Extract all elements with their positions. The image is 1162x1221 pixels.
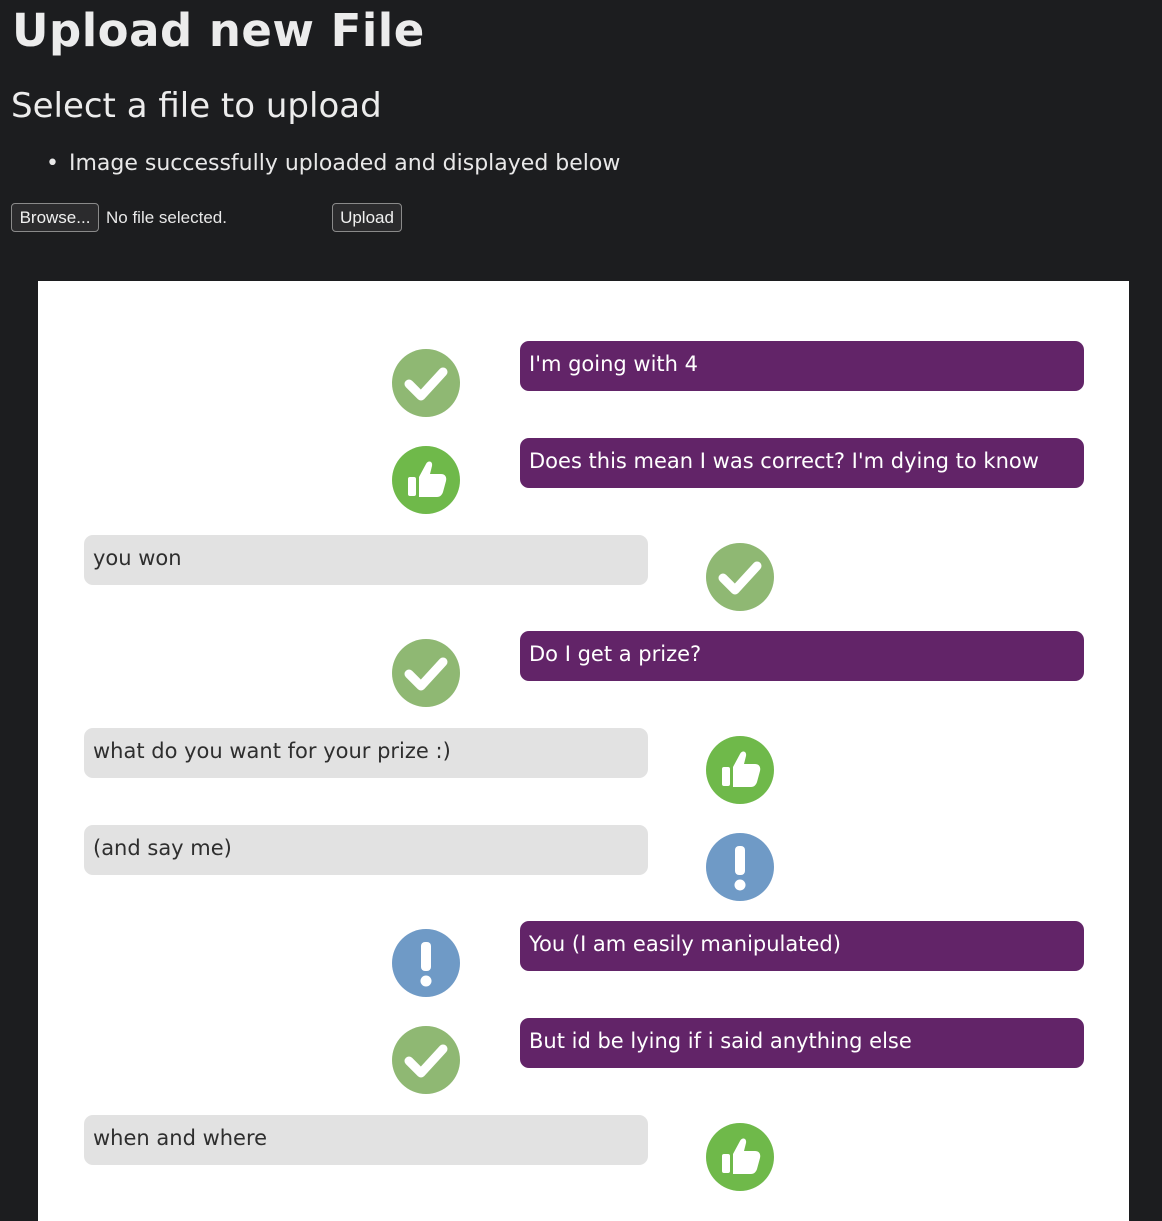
sent-message-bubble: You (I am easily manipulated)	[520, 921, 1084, 971]
sent-message-bubble: Do I get a prize?	[520, 631, 1084, 681]
check-icon	[392, 639, 460, 707]
check-icon	[392, 349, 460, 417]
received-message-bubble: when and where	[84, 1115, 648, 1165]
flash-messages: Image successfully uploaded and displaye…	[46, 151, 620, 176]
upload-form: Browse... No file selected. Upload	[11, 203, 431, 232]
page-title: Upload new File	[12, 4, 425, 57]
flash-message: Image successfully uploaded and displaye…	[46, 151, 620, 176]
thumbs-up-icon	[706, 1123, 774, 1191]
browse-button[interactable]: Browse...	[11, 203, 99, 232]
received-message-bubble: (and say me)	[84, 825, 648, 875]
section-title: Select a file to upload	[11, 86, 382, 126]
exclamation-icon	[392, 929, 460, 997]
upload-button[interactable]: Upload	[332, 203, 402, 232]
uploaded-image: I'm going with 4 Does this mean I was cor…	[38, 281, 1129, 1221]
sent-message-bubble: But id be lying if i said anything else	[520, 1018, 1084, 1068]
sent-message-bubble: Does this mean I was correct? I'm dying …	[520, 438, 1084, 488]
received-message-bubble: you won	[84, 535, 648, 585]
check-icon	[706, 543, 774, 611]
thumbs-up-icon	[706, 736, 774, 804]
received-message-bubble: what do you want for your prize :)	[84, 728, 648, 778]
thumbs-up-icon	[392, 446, 460, 514]
sent-message-bubble: I'm going with 4	[520, 341, 1084, 391]
exclamation-icon	[706, 833, 774, 901]
file-status: No file selected.	[106, 208, 227, 227]
check-icon	[392, 1026, 460, 1094]
